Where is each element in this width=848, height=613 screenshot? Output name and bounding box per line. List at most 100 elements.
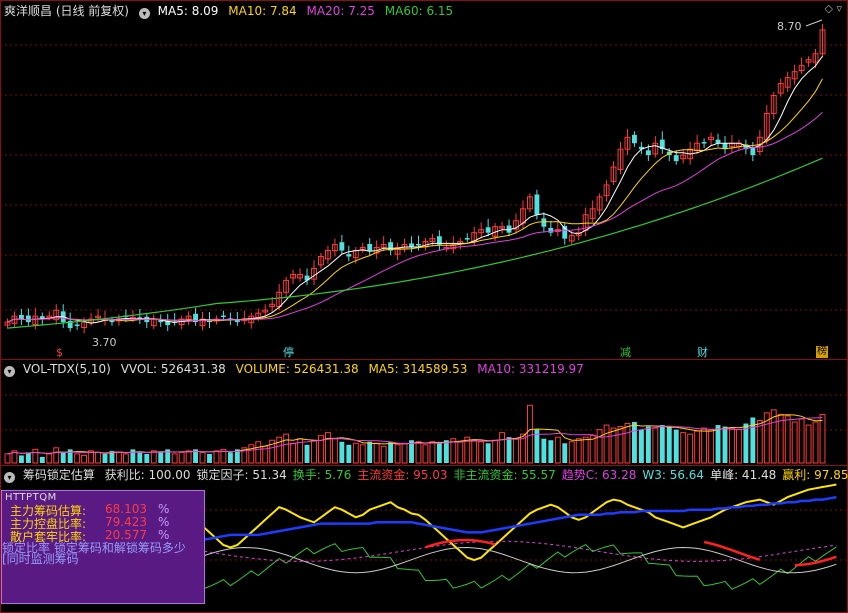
- volume-bar: [4, 453, 11, 464]
- candle-body: [416, 243, 421, 246]
- volume-bar: [415, 441, 422, 464]
- volume-bar: [499, 432, 506, 464]
- marker-rank[interactable]: 榜: [816, 346, 828, 358]
- volume-bar: [373, 442, 380, 464]
- volume-bar: [680, 432, 687, 464]
- volume-bar: [207, 453, 212, 463]
- volume-bar: [554, 436, 561, 464]
- volume-bar: [331, 438, 338, 464]
- volume-bar: [199, 451, 206, 464]
- volume-bar: [812, 421, 819, 464]
- candle-body: [74, 324, 80, 326]
- volume-ma10-line: [7, 417, 823, 455]
- volume-bar: [25, 452, 31, 463]
- volume-bar: [443, 440, 449, 463]
- volume-bar: [805, 424, 812, 464]
- candle-body: [339, 242, 345, 251]
- marker-suspend[interactable]: 停: [283, 347, 294, 358]
- candle-body: [673, 155, 679, 162]
- volume-ma5-line: [7, 414, 823, 455]
- marker-reduce[interactable]: 减: [620, 347, 631, 358]
- volume-bar: [596, 429, 603, 464]
- volume-bar: [67, 449, 73, 463]
- main-fund-red-line: [425, 538, 496, 549]
- candle-body: [485, 227, 491, 233]
- volume-bar: [701, 427, 708, 464]
- volume-bar: [631, 422, 637, 463]
- volume-bar: [735, 429, 742, 464]
- candle-body: [367, 243, 373, 251]
- info-unit: %: [158, 502, 170, 516]
- volume-bar: [74, 453, 81, 464]
- candle-body: [109, 320, 115, 323]
- info-overlay-text: 锁定比率 锁定筹码和解锁筹码多少 [同时监测筹码: [2, 541, 186, 566]
- volume-bar: [575, 438, 582, 464]
- ma5-line: [7, 55, 823, 324]
- candle-body: [534, 194, 540, 215]
- main-fund-red-line: [703, 540, 761, 561]
- volume-bar: [283, 433, 290, 464]
- volume-bar: [582, 436, 589, 464]
- marker-dollar[interactable]: $: [56, 347, 63, 358]
- volume-bar: [137, 452, 143, 463]
- volume-bar: [255, 441, 262, 464]
- info-unit: %: [158, 515, 170, 529]
- volume-bar: [687, 433, 694, 464]
- volume-bar: [777, 413, 784, 464]
- volume-bar: [178, 451, 185, 464]
- volume-bar: [666, 426, 672, 463]
- candle-body: [541, 218, 547, 227]
- volume-bar: [311, 439, 317, 464]
- volume-bar: [492, 439, 499, 464]
- volume-bar: [171, 453, 178, 464]
- high-pointer: [805, 19, 823, 27]
- info-value: 20.577: [105, 528, 147, 542]
- volume-bar: [367, 441, 373, 463]
- volume-bar: [394, 444, 401, 464]
- candle-body: [631, 134, 637, 144]
- candle-body: [464, 238, 470, 240]
- volume-bar: [548, 440, 554, 463]
- volume-bar: [359, 444, 366, 464]
- candle-body: [18, 314, 24, 320]
- volume-bar: [324, 432, 331, 464]
- volume-bar: [603, 424, 610, 464]
- volume-bar: [95, 451, 101, 464]
- volume-bar: [116, 451, 122, 464]
- info-value: 68.103: [105, 502, 147, 516]
- ma60-line: [7, 157, 823, 329]
- candle-body: [548, 227, 554, 233]
- volume-bar: [130, 449, 136, 463]
- volume-bar: [715, 425, 721, 463]
- volume-bar: [401, 442, 408, 464]
- volume-bar: [729, 427, 735, 464]
- ma20-line: [7, 111, 823, 323]
- volume-bar: [102, 453, 108, 463]
- low-price-label: 3.70: [92, 336, 117, 349]
- volume-bar: [32, 448, 39, 464]
- volume-bar: [185, 450, 192, 464]
- marker-finance[interactable]: 财: [697, 347, 708, 358]
- volume-bar: [471, 439, 478, 464]
- volume-bar: [144, 453, 150, 463]
- volume-bar: [527, 404, 533, 464]
- volume-bar: [659, 425, 665, 463]
- volume-bar: [513, 438, 519, 464]
- volume-bar: [624, 423, 631, 464]
- volume-bar: [18, 455, 24, 463]
- candle-body: [750, 147, 756, 156]
- volume-bar: [708, 429, 714, 464]
- volume-bar: [617, 426, 624, 464]
- volume-bar: [248, 444, 255, 464]
- volume-bar: [722, 426, 728, 463]
- volume-bar: [158, 452, 164, 463]
- volume-bar: [352, 442, 359, 464]
- volume-bar: [213, 450, 220, 464]
- volume-bar: [339, 441, 345, 463]
- info-unit: %: [158, 528, 170, 542]
- volume-bar: [819, 413, 826, 464]
- volume-bar: [53, 447, 60, 464]
- volume-bar: [791, 421, 798, 464]
- volume-bar: [673, 429, 679, 463]
- volume-bar: [541, 438, 547, 463]
